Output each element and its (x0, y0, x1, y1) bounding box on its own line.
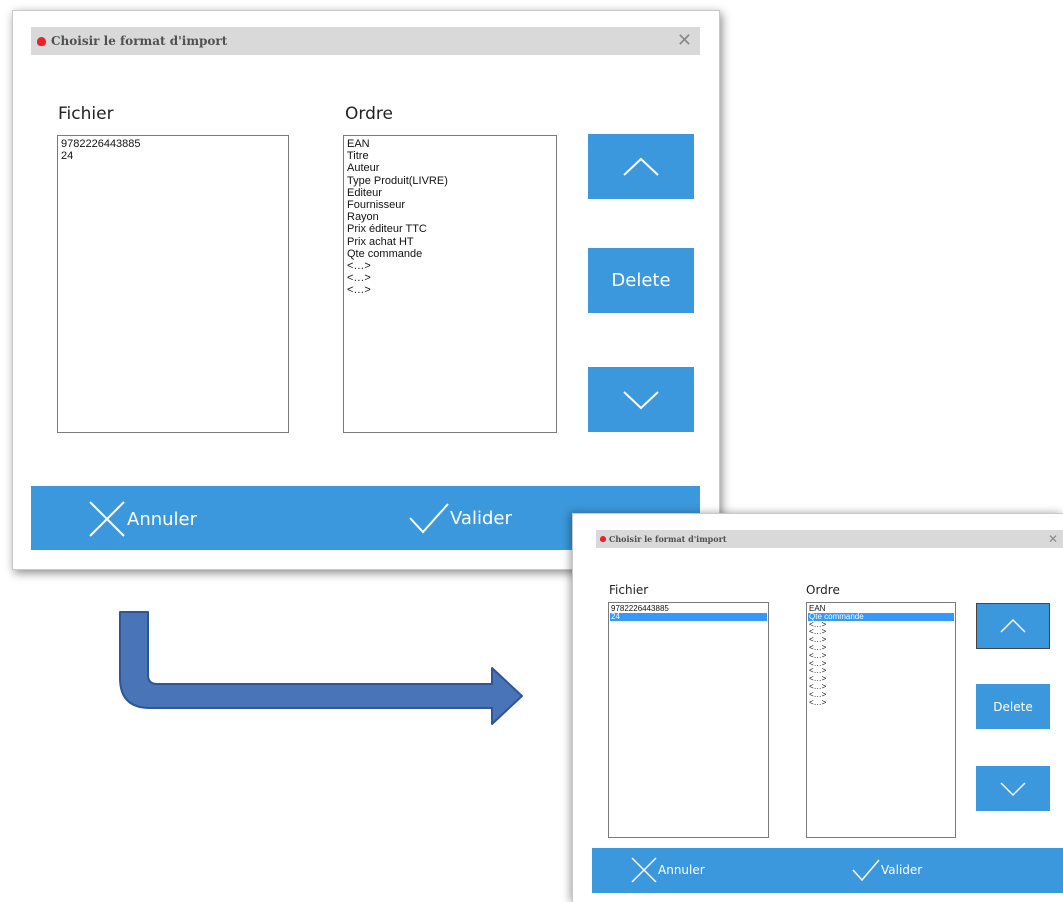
fichier-listbox[interactable]: 9782226443885 24 (57, 135, 289, 433)
import-format-dialog-before: Choisir le format d'import ✕ Fichier Ord… (12, 10, 720, 570)
validate-button[interactable]: Valider (851, 858, 922, 882)
app-logo-icon (37, 36, 46, 46)
list-item[interactable]: Qte commande (808, 612, 954, 621)
fichier-listbox[interactable]: 9782226443885 24 (608, 602, 769, 838)
list-item[interactable]: <…> (808, 675, 954, 683)
list-item[interactable]: Qte commande (346, 248, 554, 260)
close-icon (631, 857, 657, 883)
dialog-title: Choisir le format d'import (51, 34, 228, 48)
delete-button[interactable]: Delete (588, 248, 694, 313)
validate-label: Valider (881, 863, 923, 877)
ordre-listbox[interactable]: EAN Titre Auteur Type Produit(LIVRE) Editeur… (343, 135, 557, 433)
ordre-listbox[interactable]: EAN Qte commande <…> <…> <…> <…> <…> <…> <…> <…> <… (806, 602, 956, 838)
list-item[interactable]: 24 (610, 612, 767, 621)
delete-button-label: Delete (993, 699, 1033, 714)
list-item[interactable]: <…> (808, 659, 954, 668)
list-item[interactable]: Titre (346, 150, 554, 162)
check-icon (852, 859, 880, 882)
dialog-titlebar: Choisir le format d'import ✕ (596, 530, 1063, 548)
cancel-label: Annuler (658, 863, 705, 877)
chevron-down-icon (623, 390, 659, 409)
list-item[interactable]: Fournisseur (346, 199, 554, 211)
list-item[interactable]: Type Produit(LIVRE) (346, 175, 554, 187)
list-item[interactable]: <…> (808, 644, 954, 652)
import-format-dialog-after: Choisir le format d'import ✕ Fichier Ord… (572, 513, 1063, 902)
list-item[interactable]: 9782226443885 (60, 138, 286, 150)
cancel-button[interactable]: Annuler (630, 856, 705, 884)
list-item[interactable]: Editeur (346, 187, 554, 199)
close-icon (89, 501, 125, 537)
list-item[interactable]: Prix achat HT (346, 236, 554, 248)
close-icon[interactable]: ✕ (1048, 533, 1063, 545)
ordre-label: Ordre (806, 583, 840, 597)
list-item[interactable]: <…> (808, 628, 954, 636)
move-up-button[interactable] (976, 603, 1050, 649)
list-item[interactable]: EAN (346, 138, 554, 150)
bent-arrow-icon (119, 611, 523, 725)
cancel-button[interactable]: Annuler (87, 499, 197, 539)
list-item[interactable]: <…> (808, 683, 954, 691)
chevron-down-icon (1000, 781, 1026, 796)
list-item[interactable]: <…> (808, 698, 954, 707)
check-icon (409, 503, 449, 534)
delete-button-label: Delete (611, 270, 671, 291)
ordre-label: Ordre (345, 104, 393, 124)
list-item[interactable]: <…> (808, 667, 954, 675)
list-item[interactable]: <…> (346, 272, 554, 284)
list-item[interactable]: Auteur (346, 162, 554, 174)
fichier-label: Fichier (609, 583, 649, 597)
list-item[interactable]: <…> (346, 260, 554, 272)
chevron-up-icon (623, 157, 659, 176)
validate-label: Valider (450, 507, 512, 529)
list-item[interactable]: 9782226443885 (610, 605, 767, 613)
list-item[interactable]: <…> (808, 636, 954, 644)
list-item[interactable]: <…> (808, 690, 954, 699)
dialog-title: Choisir le format d'import (609, 534, 727, 544)
list-item[interactable]: <…> (808, 651, 954, 660)
list-item[interactable]: 24 (60, 150, 286, 162)
close-icon[interactable]: ✕ (677, 32, 700, 50)
app-logo-icon (600, 536, 606, 542)
move-down-button[interactable] (588, 367, 694, 432)
delete-button[interactable]: Delete (976, 684, 1050, 729)
fichier-label: Fichier (58, 104, 114, 124)
move-down-button[interactable] (976, 766, 1050, 811)
list-item[interactable]: Rayon (346, 211, 554, 223)
move-up-button[interactable] (588, 134, 694, 199)
list-item[interactable]: <…> (808, 620, 954, 629)
validate-button[interactable]: Valider (408, 501, 512, 535)
dialog-titlebar: Choisir le format d'import ✕ (31, 27, 700, 55)
chevron-up-icon (1000, 618, 1026, 633)
list-item[interactable]: Prix éditeur TTC (346, 223, 554, 235)
action-bar: Annuler Valider (592, 848, 1063, 893)
cancel-label: Annuler (127, 508, 198, 530)
list-item[interactable]: <…> (346, 284, 554, 296)
